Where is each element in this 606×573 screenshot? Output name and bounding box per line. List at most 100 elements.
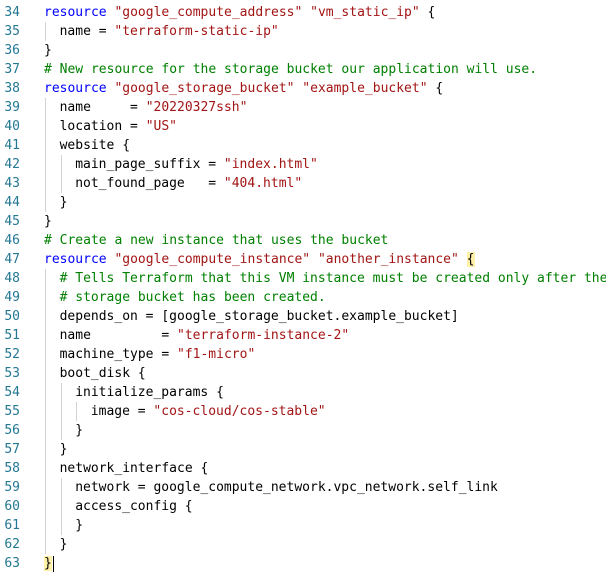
code-token: }	[75, 518, 84, 533]
code-line[interactable]: 36}	[0, 41, 606, 60]
code-line[interactable]: 60 access_config {	[0, 497, 606, 516]
code-line[interactable]: 61}	[0, 516, 606, 535]
code-line[interactable]: 54 initialize_params {	[0, 383, 606, 402]
code-line[interactable]: 46 # Create a new instance that uses the …	[0, 231, 606, 250]
line-number: 52	[4, 347, 20, 362]
comment-token: # storage bucket has been created.	[59, 290, 326, 305]
code-line[interactable]: 43 not_found_page = "404.html"	[0, 174, 606, 193]
code-token: main_page_suffix =	[75, 157, 224, 172]
code-text: }	[44, 554, 54, 573]
string-token: "google_storage_bucket"	[114, 81, 295, 96]
code-editor[interactable]: 34 resource "google_compute_address" "vm_…	[0, 0, 606, 573]
code-line[interactable]: 59 network = google_compute_network.vpc_n…	[0, 478, 606, 497]
code-token: not_found_page =	[75, 176, 224, 191]
indent-guide	[45, 22, 46, 41]
indent-guide	[45, 193, 46, 212]
indent-guide	[45, 174, 46, 193]
indent-guide	[45, 307, 46, 326]
code-line[interactable]: 45}	[0, 212, 606, 231]
keyword-token: resource	[44, 252, 107, 267]
indent-guide	[45, 326, 46, 345]
code-text: not_found_page = "404.html"	[75, 174, 302, 193]
code-line[interactable]: 42 main_page_suffix = "index.html"	[0, 155, 606, 174]
code-text: website {	[60, 136, 130, 155]
code-token: website {	[59, 138, 131, 153]
code-line[interactable]: 52 machine_type = "f1-micro"	[0, 345, 606, 364]
code-line[interactable]: 55 image = "cos-cloud/cos-stable"	[0, 402, 606, 421]
indent-guide	[45, 459, 46, 478]
code-line[interactable]: 53 boot_disk {	[0, 364, 606, 383]
code-text: initialize_params {	[75, 383, 224, 402]
line-number: 40	[4, 119, 20, 134]
code-line[interactable]: 44}	[0, 193, 606, 212]
code-line[interactable]: 34 resource "google_compute_address" "vm_…	[0, 3, 606, 22]
code-line[interactable]: 58 network_interface {	[0, 459, 606, 478]
code-line[interactable]: 50 depends_on = [google_storage_bucket.ex…	[0, 307, 606, 326]
string-token: "google_compute_address"	[114, 5, 303, 20]
line-number: 38	[4, 81, 20, 96]
line-number: 43	[4, 176, 20, 191]
line-number: 62	[4, 537, 20, 552]
code-line[interactable]: 41 website {	[0, 136, 606, 155]
code-line[interactable]: 62}	[0, 535, 606, 554]
code-text: network = google_compute_network.vpc_net…	[75, 478, 498, 497]
indent-guide	[60, 497, 62, 516]
indent-guide	[76, 402, 78, 421]
code-token: }	[44, 214, 52, 229]
code-line[interactable]: 63}	[0, 554, 606, 573]
code-token: name =	[59, 24, 115, 39]
code-line[interactable]: 47 resource "google_compute_instance" "an…	[0, 250, 606, 269]
code-text: network_interface {	[60, 459, 209, 478]
code-text: depends_on = [google_storage_bucket.exam…	[60, 307, 459, 326]
code-line[interactable]: 37 # New resource for the storage bucket …	[0, 60, 606, 79]
indent-guide	[60, 155, 62, 174]
indent-guide	[60, 516, 62, 535]
string-token: "20220327ssh"	[145, 100, 248, 115]
code-text: location = "US"	[60, 117, 177, 136]
string-token: "terraform-instance-2"	[177, 328, 350, 343]
code-text: resource "google_compute_address" "vm_st…	[44, 3, 435, 22]
code-text: # New resource for the storage bucket ou…	[44, 60, 537, 79]
code-line[interactable]: 48 # Tells Terraform that this VM instanc…	[0, 269, 606, 288]
code-line[interactable]: 38 resource "google_storage_bucket" "exam…	[0, 79, 606, 98]
text-cursor	[52, 555, 54, 572]
code-token: access_config {	[75, 499, 193, 514]
indent-guide	[45, 421, 46, 440]
string-token: "terraform-static-ip"	[114, 24, 279, 39]
code-token: }	[59, 537, 68, 552]
code-line[interactable]: 56}	[0, 421, 606, 440]
line-number: 41	[4, 138, 20, 153]
indent-guide	[45, 288, 46, 307]
code-line[interactable]: 49 # storage bucket has been created.	[0, 288, 606, 307]
code-text: }	[44, 41, 52, 60]
code-token: {	[427, 81, 444, 96]
code-line[interactable]: 35 name = "terraform-static-ip"	[0, 22, 606, 41]
code-line[interactable]: 39 name = "20220327ssh"	[0, 98, 606, 117]
code-line[interactable]: 57}	[0, 440, 606, 459]
line-number: 61	[4, 518, 20, 533]
code-text: name = "20220327ssh"	[60, 98, 248, 117]
string-token: "vm_static_ip"	[310, 5, 420, 20]
code-text: machine_type = "f1-micro"	[60, 345, 256, 364]
line-number: 46	[4, 233, 20, 248]
line-number: 50	[4, 309, 20, 324]
string-token: "cos-cloud/cos-stable"	[153, 404, 326, 419]
bracket-match-highlight: {	[466, 252, 475, 267]
code-line[interactable]: 51 name = "terraform-instance-2"	[0, 326, 606, 345]
indent-guide	[45, 269, 46, 288]
line-number: 42	[4, 157, 20, 172]
line-number: 35	[4, 24, 20, 39]
code-token: name =	[59, 100, 146, 115]
line-number: 57	[4, 442, 20, 457]
code-token: }	[44, 43, 52, 58]
indent-guide	[45, 117, 46, 136]
code-line[interactable]: 40 location = "US"	[0, 117, 606, 136]
code-text: boot_disk {	[60, 364, 146, 383]
code-token: depends_on = [google_storage_bucket.exam…	[59, 309, 459, 324]
indent-guide	[60, 402, 62, 421]
code-token: image =	[90, 404, 154, 419]
indent-guide	[60, 478, 62, 497]
